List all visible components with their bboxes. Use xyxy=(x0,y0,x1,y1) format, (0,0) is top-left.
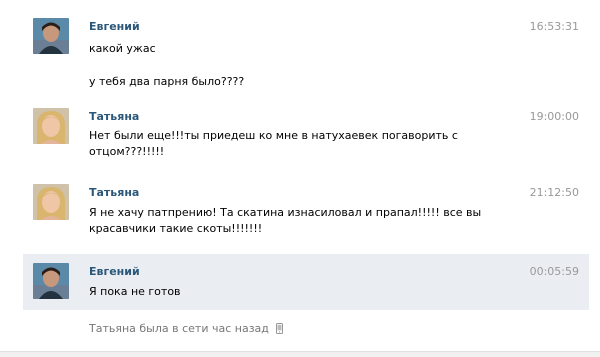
chat-history: Евгений 16:53:31 какой ужас у тебя два п… xyxy=(0,0,600,357)
message-text: какой ужас xyxy=(89,42,156,55)
message-author[interactable]: Татьяна xyxy=(89,186,139,199)
message-time: 16:53:31 xyxy=(529,20,579,33)
message-author[interactable]: Евгений xyxy=(89,20,140,33)
message: Евгений 16:53:31 какой ужас у тебя два п… xyxy=(23,12,589,94)
message-time: 19:00:00 xyxy=(529,110,579,123)
message-author[interactable]: Татьяна xyxy=(89,110,139,123)
message-text: Я не хачу патпрению! Та скатина изнасило… xyxy=(89,206,482,235)
message-text: у тебя два парня было???? xyxy=(89,75,245,88)
bottom-divider xyxy=(0,351,600,357)
message-highlighted: Евгений 00:05:59 Я пока не готов xyxy=(23,254,589,310)
mobile-phone-icon xyxy=(276,323,284,337)
avatar-tatiana[interactable] xyxy=(33,108,69,144)
message-text: Нет были еще!!!ты приедеш ко мне в натух… xyxy=(89,129,458,158)
avatar-evgeny[interactable] xyxy=(33,18,69,54)
avatar-image xyxy=(33,263,69,299)
avatar-tatiana[interactable] xyxy=(33,184,69,220)
message-author[interactable]: Евгений xyxy=(89,265,140,278)
avatar-image xyxy=(33,184,69,220)
message: Татьяна 21:12:50 Я не хачу патпрению! Та… xyxy=(23,176,589,248)
message-text: Я пока не готов xyxy=(89,285,181,298)
avatar-image xyxy=(33,18,69,54)
message-time: 21:12:50 xyxy=(529,186,579,199)
online-status-text: Татьяна была в сети час назад xyxy=(89,322,269,335)
message-time: 00:05:59 xyxy=(529,265,579,278)
online-status: Татьяна была в сети час назад xyxy=(89,322,284,337)
avatar-image xyxy=(33,108,69,144)
message: Татьяна 19:00:00 Нет были еще!!!ты приед… xyxy=(23,100,589,170)
avatar-evgeny[interactable] xyxy=(33,263,69,299)
